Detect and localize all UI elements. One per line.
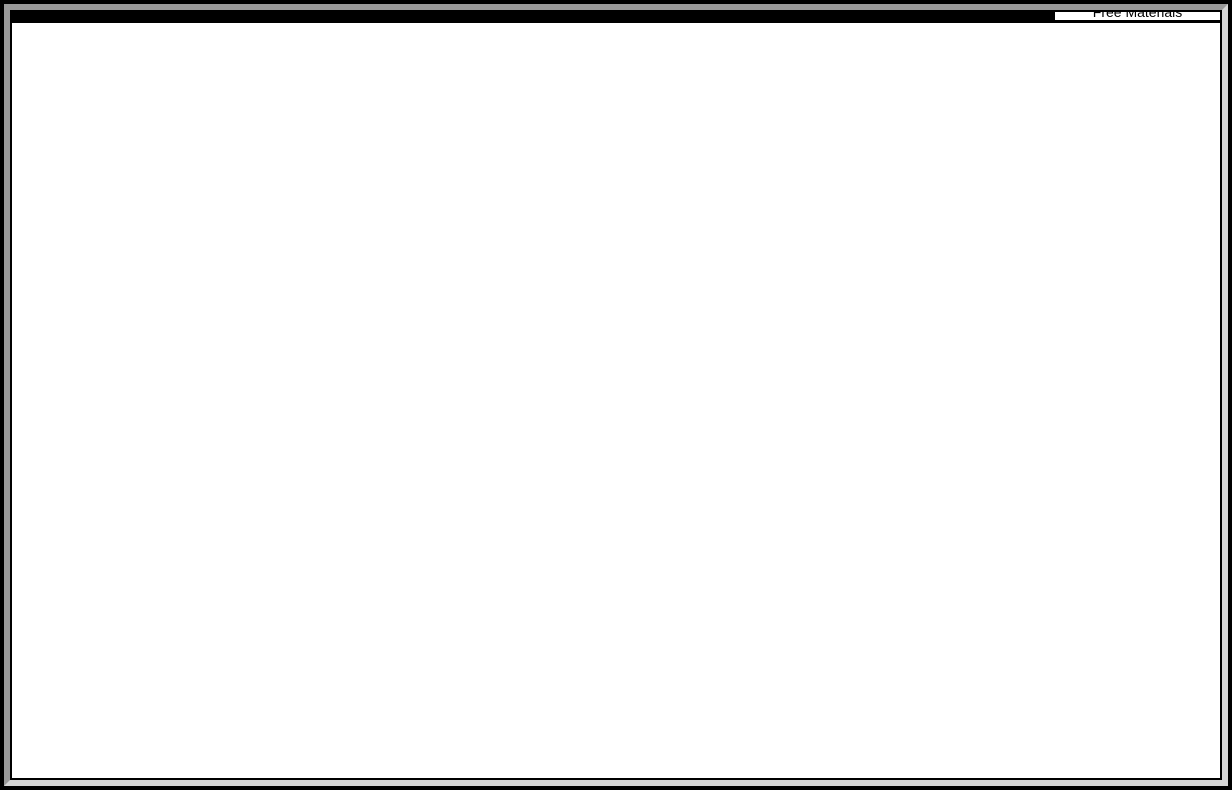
- chart-bevel: ɪː READ ɪ SIT ʊ BOOK uː: [4, 4, 1228, 786]
- phonemic-chart-table: ɪː READ ɪ SIT ʊ BOOK uː: [12, 12, 1220, 778]
- credit-line-2: Free Materials: [1093, 12, 1182, 20]
- chart-inner-border: ɪː READ ɪ SIT ʊ BOOK uː: [10, 10, 1222, 780]
- credit-cell: John & Sarah Free Materials 1996: [1055, 12, 1220, 20]
- chart-row: f FIVE v VERY θ THINK ð: [12, 21, 1220, 23]
- phonemic-chart-frame: ɪː READ ɪ SIT ʊ BOOK uː: [0, 0, 1232, 790]
- consonant-section: p PIG b BED t TIME d DO: [12, 19, 1220, 23]
- vowel-section: ɪː READ ɪ SIT ʊ BOOK uː: [12, 12, 1220, 20]
